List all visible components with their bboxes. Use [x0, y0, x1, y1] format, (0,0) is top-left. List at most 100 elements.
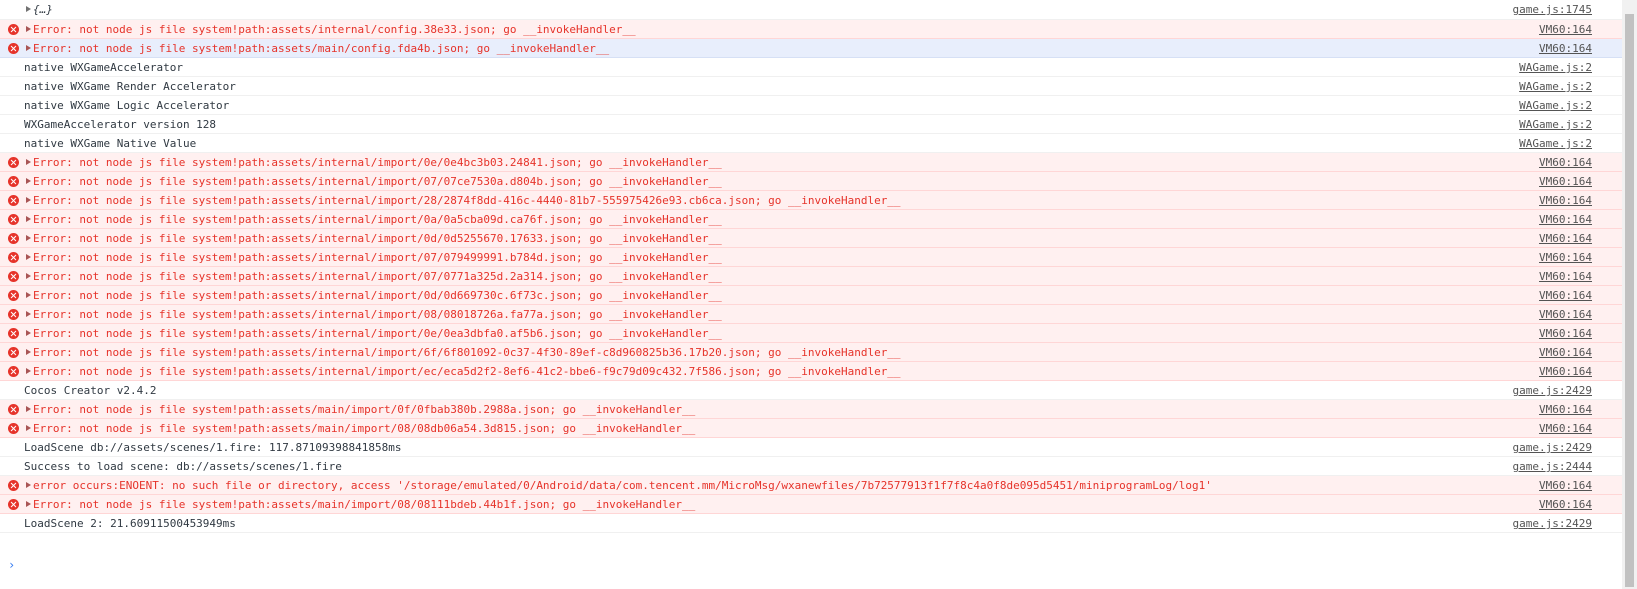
console-message-text: Error: not node js file system!path:asse… [33, 213, 722, 226]
source-link[interactable]: VM60:164 [1539, 248, 1592, 266]
console-error-row[interactable]: Error: not node js file system!path:asse… [0, 210, 1622, 229]
console-object-row[interactable]: {…} game.js:1745 [0, 0, 1622, 20]
expand-triangle-icon[interactable] [26, 216, 31, 222]
console-error-row[interactable]: Error: not node js file system!path:asse… [0, 172, 1622, 191]
console-message-text: Error: not node js file system!path:asse… [33, 422, 696, 435]
error-circle-icon [8, 499, 19, 510]
error-circle-icon [8, 233, 19, 244]
source-link[interactable]: WAGame.js:2 [1519, 96, 1592, 114]
source-link[interactable]: VM60:164 [1539, 400, 1592, 418]
expand-triangle-icon[interactable] [26, 406, 31, 412]
console-log-row[interactable]: LoadScene 2: 21.60911500453949ms game.js:… [0, 514, 1622, 533]
error-circle-icon [8, 195, 19, 206]
source-link[interactable]: VM60:164 [1539, 362, 1592, 380]
source-link[interactable]: VM60:164 [1539, 305, 1592, 323]
source-link[interactable]: VM60:164 [1539, 495, 1592, 513]
expand-triangle-icon[interactable] [26, 425, 31, 431]
console-log-row[interactable]: native WXGame Logic Accelerator WAGame.js… [0, 96, 1622, 115]
console-log-row[interactable]: Cocos Creator v2.4.2 game.js:2429 [0, 381, 1622, 400]
console-error-row[interactable]: Error: not node js file system!path:asse… [0, 495, 1622, 514]
console-message-text: Error: not node js file system!path:asse… [33, 156, 722, 169]
expand-triangle-icon[interactable] [26, 501, 31, 507]
source-link[interactable]: VM60:164 [1539, 419, 1592, 437]
expand-triangle-icon[interactable] [26, 273, 31, 279]
console-error-row[interactable]: Error: not node js file system!path:asse… [0, 39, 1622, 58]
source-link[interactable]: game.js:2429 [1513, 381, 1592, 399]
console-log-row[interactable]: native WXGame Native Value WAGame.js:2 [0, 134, 1622, 153]
console-error-row[interactable]: Error: not node js file system!path:asse… [0, 267, 1622, 286]
expand-triangle-icon[interactable] [26, 292, 31, 298]
console-error-row[interactable]: Error: not node js file system!path:asse… [0, 229, 1622, 248]
console-error-row[interactable]: Error: not node js file system!path:asse… [0, 20, 1622, 39]
console-log-row[interactable]: Success to load scene: db://assets/scene… [0, 457, 1622, 476]
error-circle-icon [8, 43, 19, 54]
source-link[interactable]: VM60:164 [1539, 343, 1592, 361]
prompt-chevron-icon[interactable]: › [8, 559, 15, 571]
console-error-row[interactable]: Error: not node js file system!path:asse… [0, 153, 1622, 172]
console-message-text: Error: not node js file system!path:asse… [33, 346, 901, 359]
console-message-text: Error: not node js file system!path:asse… [33, 327, 722, 340]
expand-triangle-icon[interactable] [26, 368, 31, 374]
source-link[interactable]: VM60:164 [1539, 191, 1592, 209]
console-log-row[interactable]: native WXGameAccelerator WAGame.js:2 [0, 58, 1622, 77]
console-message-text: Error: not node js file system!path:asse… [33, 308, 722, 321]
source-link[interactable]: VM60:164 [1539, 286, 1592, 304]
vertical-scrollbar[interactable] [1622, 0, 1637, 589]
source-link[interactable]: WAGame.js:2 [1519, 77, 1592, 95]
source-link[interactable]: VM60:164 [1539, 210, 1592, 228]
expand-triangle-icon[interactable] [26, 482, 31, 488]
source-link[interactable]: VM60:164 [1539, 476, 1592, 494]
console-log-row[interactable]: WXGameAccelerator version 128 WAGame.js:2 [0, 115, 1622, 134]
console-error-row[interactable]: Error: not node js file system!path:asse… [0, 286, 1622, 305]
console-log-row[interactable]: native WXGame Render Accelerator WAGame.j… [0, 77, 1622, 96]
console-error-row[interactable]: Error: not node js file system!path:asse… [0, 191, 1622, 210]
console-error-row[interactable]: Error: not node js file system!path:asse… [0, 400, 1622, 419]
expand-triangle-icon[interactable] [26, 178, 31, 184]
source-link[interactable]: VM60:164 [1539, 267, 1592, 285]
source-link[interactable]: game.js:1745 [1513, 0, 1592, 19]
error-circle-icon [8, 366, 19, 377]
source-link[interactable]: WAGame.js:2 [1519, 58, 1592, 76]
console-error-row[interactable]: Error: not node js file system!path:asse… [0, 419, 1622, 438]
console-error-row[interactable]: error occurs:ENOENT: no such file or dir… [0, 476, 1622, 495]
source-link[interactable]: VM60:164 [1539, 324, 1592, 342]
console-message-text: error occurs:ENOENT: no such file or dir… [33, 479, 1212, 492]
source-link[interactable]: VM60:164 [1539, 20, 1592, 38]
source-link[interactable]: game.js:2429 [1513, 514, 1592, 532]
expand-triangle-icon[interactable] [26, 197, 31, 203]
error-circle-icon [8, 309, 19, 320]
source-link[interactable]: VM60:164 [1539, 153, 1592, 171]
console-message-text: native WXGame Native Value [24, 137, 197, 150]
console-error-row[interactable]: Error: not node js file system!path:asse… [0, 324, 1622, 343]
source-link[interactable]: WAGame.js:2 [1519, 134, 1592, 152]
console-message-text: Cocos Creator v2.4.2 [24, 384, 157, 397]
console-message-text: {…} [33, 3, 53, 16]
error-circle-icon [8, 24, 19, 35]
source-link[interactable]: VM60:164 [1539, 172, 1592, 190]
scrollbar-thumb[interactable] [1625, 14, 1634, 587]
console-error-row[interactable]: Error: not node js file system!path:asse… [0, 248, 1622, 267]
expand-triangle-icon[interactable] [26, 311, 31, 317]
console-message-text: Error: not node js file system!path:asse… [33, 270, 722, 283]
expand-triangle-icon[interactable] [26, 159, 31, 165]
expand-triangle-icon[interactable] [26, 254, 31, 260]
source-link[interactable]: game.js:2444 [1513, 457, 1592, 475]
expand-triangle-icon[interactable] [26, 349, 31, 355]
expand-triangle-icon[interactable] [26, 6, 31, 12]
expand-triangle-icon[interactable] [26, 235, 31, 241]
console-error-row[interactable]: Error: not node js file system!path:asse… [0, 343, 1622, 362]
expand-triangle-icon[interactable] [26, 45, 31, 51]
error-circle-icon [8, 423, 19, 434]
console-error-row[interactable]: Error: not node js file system!path:asse… [0, 305, 1622, 324]
expand-triangle-icon[interactable] [26, 26, 31, 32]
console-message-text: Error: not node js file system!path:asse… [33, 42, 610, 55]
source-link[interactable]: WAGame.js:2 [1519, 115, 1592, 133]
source-link[interactable]: VM60:164 [1539, 39, 1592, 57]
console-log-row[interactable]: LoadScene db://assets/scenes/1.fire: 117… [0, 438, 1622, 457]
console-message-text: Error: not node js file system!path:asse… [33, 251, 722, 264]
console-error-row[interactable]: Error: not node js file system!path:asse… [0, 362, 1622, 381]
source-link[interactable]: game.js:2429 [1513, 438, 1592, 456]
source-link[interactable]: VM60:164 [1539, 229, 1592, 247]
expand-triangle-icon[interactable] [26, 330, 31, 336]
console-message-text: Error: not node js file system!path:asse… [33, 498, 696, 511]
